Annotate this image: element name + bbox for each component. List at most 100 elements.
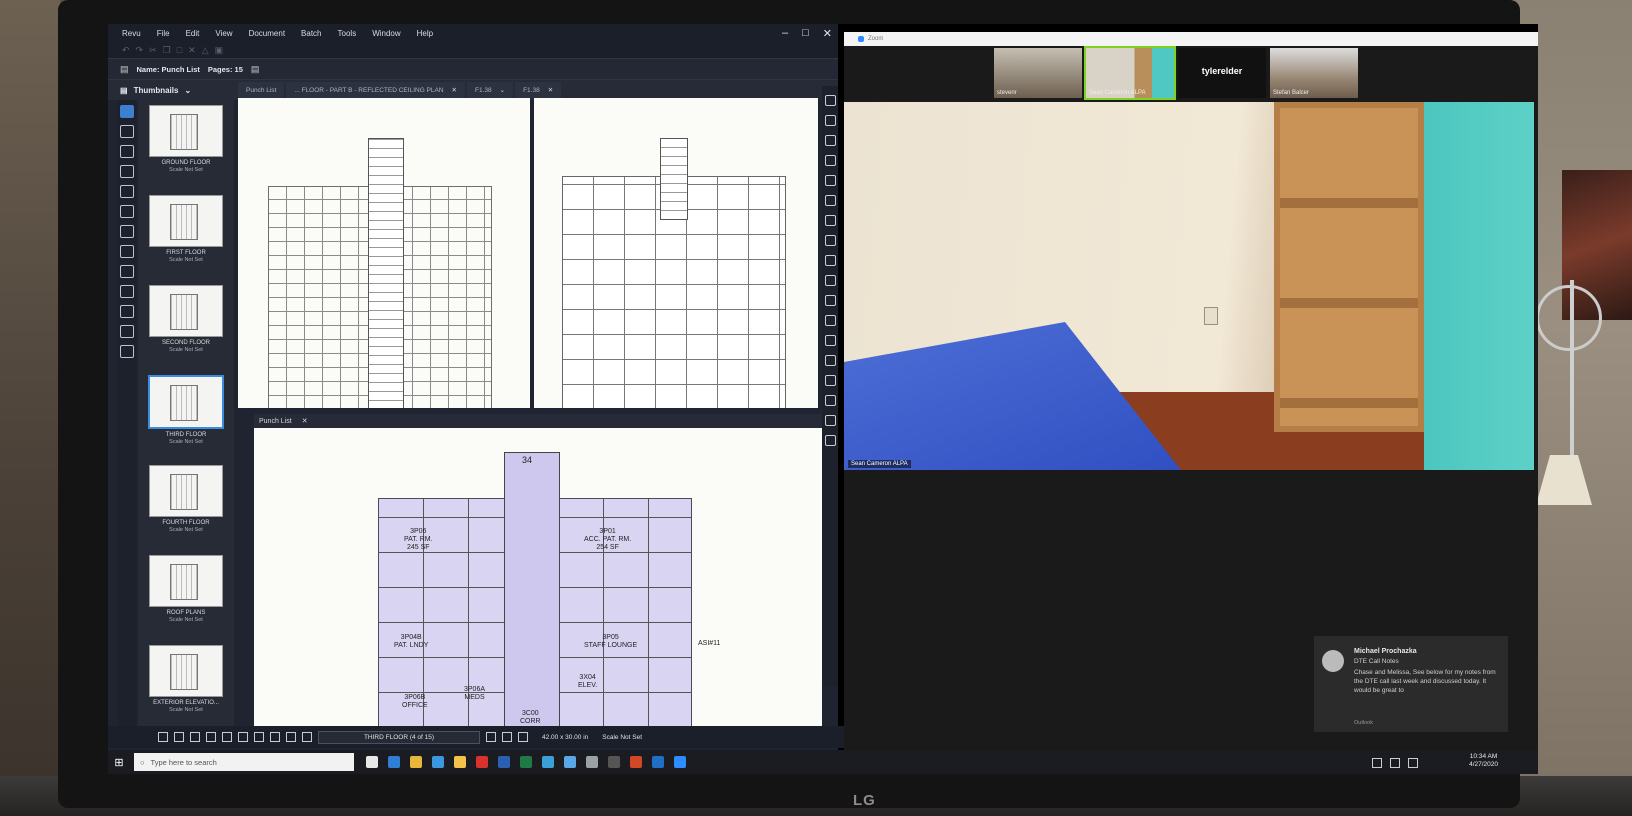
tab-punch-list[interactable]: Punch List (238, 82, 285, 98)
zoom-app-icon[interactable] (674, 756, 686, 768)
thumbnail-page-selected[interactable]: THIRD FLOOR Scale Not Set (138, 375, 234, 460)
polygon-tool-icon[interactable] (824, 415, 836, 426)
taskbar-search[interactable]: ○ Type here to search (134, 753, 354, 771)
tags-icon[interactable] (120, 285, 134, 298)
thumbnails-panel-header[interactable]: ▤ Thumbnails ⌄ (108, 86, 238, 95)
snap-icon[interactable] (174, 732, 184, 742)
maximize-icon[interactable]: □ (802, 27, 809, 40)
participant-tile[interactable]: Stefan Balcer (1270, 48, 1358, 98)
settings-icon[interactable] (120, 225, 134, 238)
minimize-icon[interactable]: – (782, 27, 788, 40)
links-icon[interactable] (120, 345, 134, 358)
reuse-icon[interactable] (222, 732, 232, 742)
signatures-icon[interactable] (120, 265, 134, 278)
search-icon[interactable] (120, 325, 134, 338)
app-icon[interactable] (564, 756, 576, 768)
last-page-icon[interactable] (502, 732, 512, 742)
outlook-icon[interactable] (652, 756, 664, 768)
menu-file[interactable]: File (157, 29, 170, 38)
menu-window[interactable]: Window (372, 29, 400, 38)
chrome-icon[interactable] (410, 756, 422, 768)
print-icon[interactable] (120, 305, 134, 318)
thumbnail-page[interactable]: EXTERIOR ELEVATIO... Scale Not Set (138, 645, 234, 730)
active-speaker-video[interactable]: Sean Cameron ALPA (844, 102, 1534, 470)
cloud-tool-icon[interactable] (824, 175, 836, 186)
menu-view[interactable]: View (215, 29, 232, 38)
page-icon[interactable]: ▤ (251, 64, 260, 75)
menu-document[interactable]: Document (249, 29, 285, 38)
calculator-icon[interactable] (608, 756, 620, 768)
system-clock[interactable]: 10:34 AM 4/27/2020 (1469, 753, 1498, 769)
zoom-icon[interactable] (270, 732, 280, 742)
network-icon[interactable] (1372, 758, 1382, 768)
ie-icon[interactable] (432, 756, 444, 768)
undo-icon[interactable]: ↶ (122, 45, 130, 56)
menu-edit[interactable]: Edit (186, 29, 200, 38)
document-icon[interactable]: ▤ (120, 64, 129, 75)
close-tab-icon[interactable]: ✕ (452, 86, 457, 94)
rectangle-tool-icon[interactable] (824, 375, 836, 386)
plan-view-bottom[interactable]: 34 3P06 PAT. RM. 245 SF 3P01 ACC. PAT. R… (254, 428, 822, 726)
stamp-tool-icon[interactable] (824, 155, 836, 166)
bluebeam-icon[interactable] (542, 756, 554, 768)
thumbnail-page[interactable]: SECOND FLOOR Scale Not Set (138, 285, 234, 370)
thumbnails-panel-icon[interactable] (120, 105, 134, 118)
layers-icon[interactable] (120, 145, 134, 158)
studio-icon[interactable] (120, 185, 134, 198)
menu-batch[interactable]: Batch (301, 29, 321, 38)
thumbnail-page[interactable]: ROOF PLANS Scale Not Set (138, 555, 234, 640)
polyline-tool-icon[interactable] (824, 335, 836, 346)
close-icon[interactable]: ✕ (823, 27, 832, 40)
arc-tool-icon[interactable] (824, 315, 836, 326)
excel-icon[interactable] (520, 756, 532, 768)
line-tool-icon[interactable] (824, 275, 836, 286)
stamp-icon[interactable]: △ (202, 45, 209, 56)
cut-icon[interactable]: ✂ (149, 45, 157, 56)
word-icon[interactable] (498, 756, 510, 768)
acrobat-icon[interactable] (476, 756, 488, 768)
first-page-icon[interactable] (286, 732, 296, 742)
markup-icon[interactable] (206, 732, 216, 742)
crop-tool-icon[interactable] (824, 255, 836, 266)
windows-start-icon[interactable]: ⊞ (108, 756, 130, 769)
edge-icon[interactable] (388, 756, 400, 768)
file-access-icon[interactable] (120, 205, 134, 218)
thumbnail-page[interactable]: GROUND FLOOR Scale Not Set (138, 105, 234, 190)
back-icon[interactable] (518, 732, 528, 742)
outlook-notification[interactable]: Michael Prochazka DTE Call Notes Chase a… (1314, 636, 1508, 732)
thumbnail-page[interactable]: FOURTH FLOOR Scale Not Set (138, 465, 234, 550)
area-tool-icon[interactable] (824, 435, 836, 446)
paste-icon[interactable]: □ (177, 45, 182, 55)
close-pane-icon[interactable]: ✕ (302, 417, 308, 425)
delete-icon[interactable]: ✕ (188, 45, 196, 56)
page-navigator[interactable]: THIRD FLOOR (4 of 15) (318, 730, 480, 744)
crop-icon[interactable]: ▣ (215, 45, 224, 56)
image-tool-icon[interactable] (824, 235, 836, 246)
grid-icon[interactable] (158, 732, 168, 742)
sync-icon[interactable] (238, 732, 248, 742)
redo-icon[interactable]: ↷ (136, 45, 144, 56)
pan-icon[interactable] (254, 732, 264, 742)
chevron-down-icon[interactable]: ⌄ (500, 86, 505, 94)
prev-page-icon[interactable] (302, 732, 312, 742)
menu-revu[interactable]: Revu (122, 29, 141, 38)
tab-reflected-ceiling-plan[interactable]: ... FLOOR - PART B - REFLECTED CEILING P… (286, 82, 465, 98)
app-icon[interactable] (586, 756, 598, 768)
file-explorer-icon[interactable] (454, 756, 466, 768)
close-tab-icon[interactable]: ✕ (548, 86, 553, 94)
chevron-down-icon[interactable]: ⌄ (184, 86, 191, 95)
participant-tile[interactable]: stevenr (994, 48, 1082, 98)
measure-tool-icon[interactable] (824, 215, 836, 226)
participant-tile-no-video[interactable]: tylerelder (1178, 48, 1266, 98)
tab-f138-b[interactable]: F1.38 ✕ (515, 82, 562, 98)
plan-view-left[interactable] (238, 98, 530, 408)
copy-icon[interactable]: ❐ (163, 45, 171, 56)
arrow-tool-icon[interactable] (824, 295, 836, 306)
callout-tool-icon[interactable] (824, 195, 836, 206)
task-view-icon[interactable] (366, 756, 378, 768)
participant-tile-speaking[interactable]: Sean Cameron ALPA (1084, 46, 1176, 100)
battery-icon[interactable] (1408, 758, 1418, 768)
bookmarks-icon[interactable] (120, 125, 134, 138)
content-icon[interactable] (190, 732, 200, 742)
menu-help[interactable]: Help (417, 29, 433, 38)
